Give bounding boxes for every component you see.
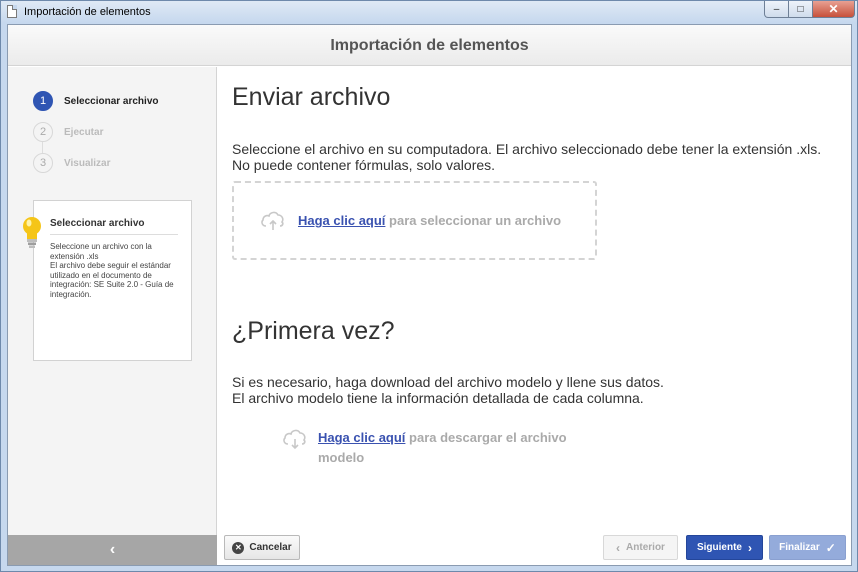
checkmark-icon: ✓ bbox=[825, 540, 836, 555]
step-label: Visualizar bbox=[64, 157, 111, 169]
previous-label: Anterior bbox=[626, 542, 665, 553]
download-template-link[interactable]: Haga clic aquí bbox=[318, 430, 405, 445]
help-panel: Seleccionar archivo Seleccione un archiv… bbox=[23, 200, 192, 361]
maximize-icon: □ bbox=[797, 3, 804, 15]
step-number: 2 bbox=[33, 122, 53, 142]
help-title: Seleccionar archivo bbox=[50, 218, 178, 235]
minimize-button[interactable]: – bbox=[764, 1, 789, 18]
dialog-title: Importación de elementos bbox=[330, 37, 529, 54]
select-file-link[interactable]: Haga clic aquí bbox=[298, 213, 385, 228]
upload-description-line: Seleccione el archivo en su computadora.… bbox=[232, 141, 822, 157]
first-time-description-line: El archivo modelo tiene la información d… bbox=[232, 390, 644, 406]
application-window: Importación de elementos – □ ✕ Importaci… bbox=[0, 0, 858, 572]
upload-heading: Enviar archivo bbox=[232, 83, 391, 111]
first-time-description-line: Si es necesario, haga download del archi… bbox=[232, 374, 664, 390]
step-view: 3 Visualizar bbox=[33, 153, 111, 173]
maximize-button[interactable]: □ bbox=[789, 1, 813, 18]
cloud-upload-icon bbox=[261, 211, 284, 230]
minimize-icon: – bbox=[773, 3, 780, 15]
help-line: El archivo debe seguir el estándar utili… bbox=[50, 261, 174, 299]
cancel-button[interactable]: ✕ Cancelar bbox=[224, 535, 300, 560]
first-time-description: Si es necesario, haga download del archi… bbox=[232, 374, 664, 406]
window-title: Importación de elementos bbox=[24, 6, 151, 18]
dialog-content: Importación de elementos 1 Seleccionar a… bbox=[7, 24, 852, 566]
help-body: Seleccione un archivo con la extensión .… bbox=[50, 242, 184, 300]
step-label: Seleccionar archivo bbox=[64, 95, 159, 107]
chevron-right-icon: › bbox=[748, 540, 752, 555]
file-dropzone[interactable]: Haga clic aquí para seleccionar un archi… bbox=[232, 181, 597, 260]
download-link-text: Haga clic aquí para descargar el archivo… bbox=[318, 428, 598, 468]
next-label: Siguiente bbox=[696, 542, 742, 553]
chevron-left-icon: ‹ bbox=[616, 540, 621, 555]
select-file-suffix: para seleccionar un archivo bbox=[389, 213, 562, 228]
download-template: Haga clic aquí para descargar el archivo… bbox=[282, 428, 598, 468]
first-time-heading: ¿Primera vez? bbox=[232, 317, 395, 345]
step-execute: 2 Ejecutar bbox=[33, 122, 103, 142]
title-bar[interactable]: Importación de elementos – □ ✕ bbox=[1, 1, 857, 23]
close-button[interactable]: ✕ bbox=[813, 1, 855, 18]
dialog-header: Importación de elementos bbox=[8, 25, 851, 66]
close-icon: ✕ bbox=[828, 2, 839, 16]
step-number: 3 bbox=[33, 153, 53, 173]
step-number: 1 bbox=[33, 91, 53, 111]
next-button[interactable]: Siguiente › bbox=[686, 535, 763, 560]
chevron-left-icon: ‹ bbox=[109, 541, 116, 558]
wizard-footer: ✕ Cancelar ‹ Anterior Siguiente › Finali… bbox=[218, 535, 851, 565]
help-line: Seleccione un archivo con la extensión .… bbox=[50, 242, 152, 261]
cancel-label: Cancelar bbox=[249, 542, 292, 553]
step-label: Ejecutar bbox=[64, 126, 104, 138]
finish-label: Finalizar bbox=[779, 542, 820, 553]
cloud-download-icon bbox=[283, 429, 306, 450]
close-circle-icon: ✕ bbox=[232, 541, 245, 554]
upload-description-line: No puede contener fórmulas, solo valores… bbox=[232, 157, 496, 173]
previous-button[interactable]: ‹ Anterior bbox=[603, 535, 678, 560]
finish-button[interactable]: Finalizar ✓ bbox=[769, 535, 846, 560]
sidebar-collapse-button[interactable]: ‹ bbox=[8, 535, 217, 565]
upload-description: Seleccione el archivo en su computadora.… bbox=[232, 141, 821, 173]
lightbulb-icon bbox=[23, 217, 41, 248]
window-controls: – □ ✕ bbox=[764, 1, 855, 18]
wizard-sidebar: 1 Seleccionar archivo 2 Ejecutar 3 Visua… bbox=[8, 67, 217, 535]
main-panel: Enviar archivo Seleccione el archivo en … bbox=[218, 67, 851, 535]
document-icon bbox=[7, 5, 17, 18]
upload-link-text: Haga clic aquí para seleccionar un archi… bbox=[298, 213, 561, 228]
step-select-file[interactable]: 1 Seleccionar archivo bbox=[33, 91, 159, 111]
